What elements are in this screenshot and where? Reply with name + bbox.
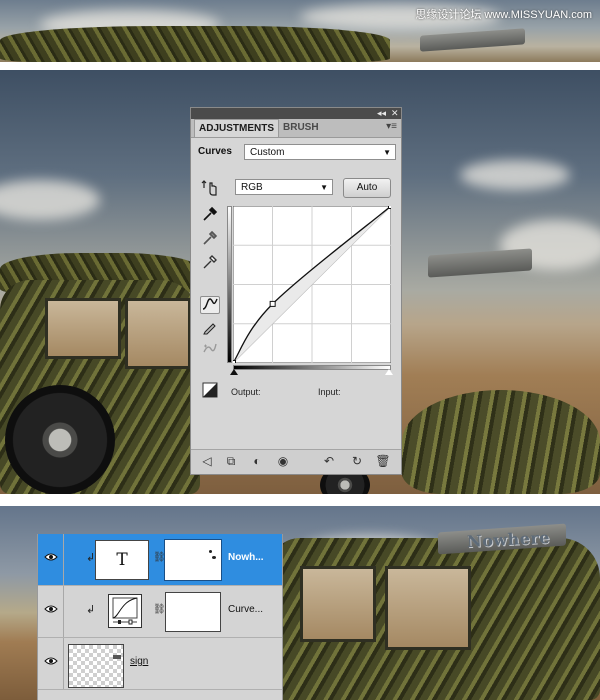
adjustment-type-label: Curves	[198, 146, 232, 157]
white-eyedropper-icon[interactable]	[200, 254, 220, 272]
input-gradient	[233, 365, 391, 370]
refresh-icon[interactable]: ↻	[349, 454, 365, 468]
reset-icon[interactable]: ↶	[321, 454, 337, 468]
layer-thumbnail: T	[95, 540, 149, 580]
preset-value: Custom	[250, 147, 285, 158]
layer-mask-thumbnail[interactable]	[165, 592, 221, 632]
watermark: 思缘设计论坛 www.MISSYUAN.com	[415, 9, 592, 21]
back-icon[interactable]: ◁	[199, 454, 215, 468]
crocodile-tail	[402, 390, 600, 494]
layer-row-curves[interactable]: ↲ ⛓ Curve...	[38, 586, 282, 638]
wooden-sign	[420, 28, 525, 52]
tab-adjustments[interactable]: ADJUSTMENTS	[194, 119, 280, 137]
clipping-warning-icon[interactable]	[200, 382, 220, 400]
sign-thumbnail-shape	[113, 655, 121, 659]
car-window	[300, 566, 376, 642]
wooden-sign	[428, 248, 532, 278]
adjustments-panel: ◂◂ ✕ ADJUSTMENTS BRUSH ▾≡ Curves Custom …	[190, 107, 402, 475]
input-label: Input:	[318, 387, 341, 397]
car-window	[125, 298, 191, 369]
cloud	[0, 180, 100, 220]
layer-name[interactable]: Curve...	[228, 604, 263, 615]
layers-panel: ↲ T ⛓ Nowh... ↲ ⛓ Curve... sign	[37, 534, 283, 700]
car-tire	[5, 385, 115, 494]
layer-mask-thumbnail[interactable]	[164, 539, 222, 581]
eye-icon[interactable]	[44, 656, 58, 670]
layer-row-text[interactable]: ↲ T ⛓ Nowh...	[38, 534, 282, 586]
gray-eyedropper-icon[interactable]	[200, 230, 220, 248]
channel-select[interactable]: RGB ▼	[235, 179, 333, 195]
clipping-arrow-icon: ↲	[86, 604, 96, 616]
output-label: Output:	[231, 387, 261, 397]
auto-button[interactable]: Auto	[343, 178, 391, 198]
visibility-icon[interactable]: ◉	[275, 454, 291, 468]
curves-adjustment-icon	[108, 594, 142, 628]
channel-value: RGB	[241, 182, 263, 193]
cloud	[460, 160, 570, 190]
smooth-icon[interactable]	[200, 340, 220, 358]
layer-name[interactable]: sign	[130, 656, 148, 667]
curve-control-point[interactable]	[388, 206, 392, 209]
black-point-slider[interactable]	[230, 369, 238, 375]
output-gradient	[227, 206, 232, 363]
eye-icon[interactable]	[44, 552, 58, 566]
layer-name[interactable]: Nowh...	[228, 552, 264, 563]
curve-point-icon[interactable]	[200, 296, 220, 314]
curve-control-point[interactable]	[233, 360, 236, 364]
chain-link-icon[interactable]: ⛓	[153, 552, 166, 563]
curves-preset-row: Curves Custom ▼	[198, 144, 396, 162]
panel-menu-icon[interactable]: ▾≡	[386, 121, 397, 132]
collapse-icon[interactable]: ◂◂	[377, 108, 386, 119]
clipping-arrow-icon: ↲	[86, 552, 96, 564]
car-window	[385, 566, 471, 650]
tab-brush[interactable]: BRUSH	[279, 119, 323, 137]
targeted-adjustment-icon[interactable]	[200, 178, 220, 196]
close-icon[interactable]: ✕	[391, 108, 399, 119]
crocodile-scales	[0, 26, 390, 62]
curve-control-point[interactable]	[269, 300, 276, 307]
chevron-down-icon: ▼	[320, 183, 328, 192]
mask-dot	[209, 550, 212, 553]
black-eyedropper-icon[interactable]	[200, 206, 220, 224]
panel-titlebar: ◂◂ ✕	[191, 108, 401, 119]
pencil-icon[interactable]	[200, 319, 220, 337]
chevron-down-icon: ▼	[383, 148, 391, 157]
car-window	[45, 298, 121, 359]
curves-graph[interactable]	[233, 206, 391, 363]
text-layer-icon: T	[116, 550, 128, 570]
mask-dot	[212, 556, 216, 559]
layer-row-sign[interactable]: sign	[38, 638, 282, 690]
photo-strip-top: 思缘设计论坛 www.MISSYUAN.com	[0, 0, 600, 62]
clip-icon[interactable]: ⧉	[223, 454, 239, 469]
eye-icon[interactable]	[44, 604, 58, 618]
panel-bottom-toolbar: ◁ ⧉ ◐ ◉ ↶ ↻ 🗑	[191, 449, 401, 474]
view-previous-icon[interactable]: ◐	[249, 454, 265, 468]
panel-tabs: ADJUSTMENTS BRUSH ▾≡	[191, 119, 401, 138]
delete-icon[interactable]: 🗑	[375, 454, 391, 468]
layer-thumbnail	[68, 644, 124, 688]
chain-link-icon[interactable]: ⛓	[153, 604, 166, 615]
white-point-slider[interactable]	[385, 369, 393, 375]
preset-select[interactable]: Custom ▼	[244, 144, 396, 160]
